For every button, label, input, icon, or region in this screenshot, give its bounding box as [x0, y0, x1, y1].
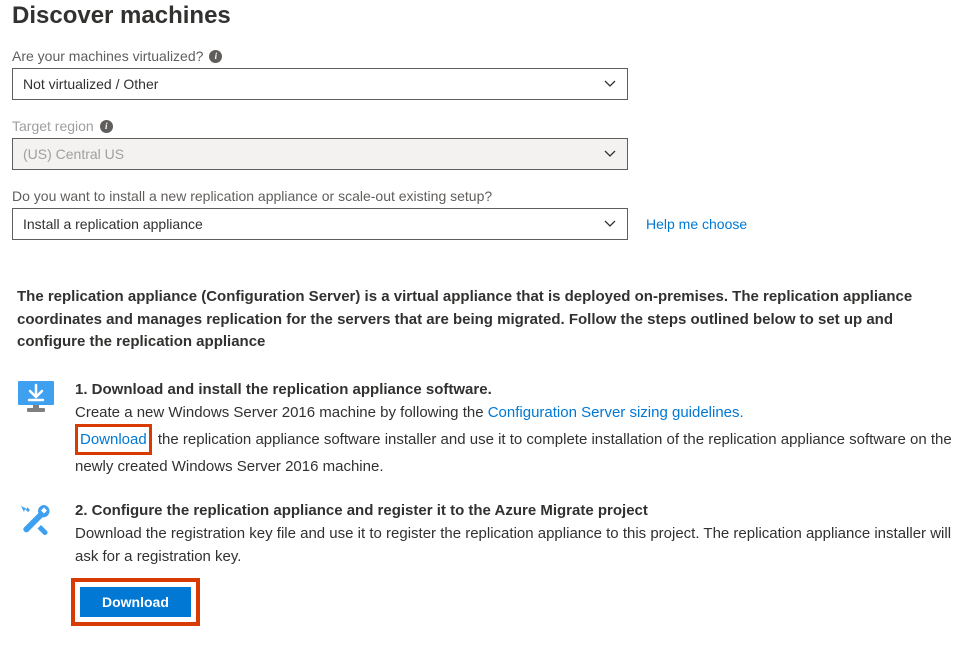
info-icon[interactable]: i: [100, 120, 113, 133]
appliance-select[interactable]: Install a replication appliance: [12, 208, 628, 240]
appliance-label-text: Do you want to install a new replication…: [12, 188, 492, 204]
download-monitor-icon: [17, 380, 57, 479]
region-label-text: Target region: [12, 118, 94, 134]
page-title: Discover machines: [12, 2, 967, 30]
virtualized-field: Are your machines virtualized? i Not vir…: [12, 48, 967, 100]
download-button-highlight: Download: [71, 578, 200, 626]
region-select: (US) Central US: [12, 138, 628, 170]
info-icon[interactable]: i: [209, 50, 222, 63]
download-software-link[interactable]: Download: [80, 428, 147, 451]
region-value: (US) Central US: [23, 146, 124, 162]
download-button[interactable]: Download: [80, 587, 191, 617]
step-2-heading: 2. Configure the replication appliance a…: [75, 499, 962, 522]
step-1-line-b: Download the replication appliance softw…: [75, 424, 962, 479]
virtualized-label-text: Are your machines virtualized?: [12, 48, 203, 64]
step-1-text-b: the replication appliance software insta…: [75, 431, 952, 475]
step-1-text-a: Create a new Windows Server 2016 machine…: [75, 404, 488, 421]
step-2: 2. Configure the replication appliance a…: [17, 499, 962, 627]
step-1-line-a: Create a new Windows Server 2016 machine…: [75, 401, 962, 424]
download-link-highlight: Download: [75, 424, 152, 455]
virtualized-value: Not virtualized / Other: [23, 76, 158, 92]
appliance-value: Install a replication appliance: [23, 216, 203, 232]
step-1-heading: 1. Download and install the replication …: [75, 378, 962, 401]
region-field: Target region i (US) Central US: [12, 118, 967, 170]
region-label: Target region i: [12, 118, 967, 134]
intro-text: The replication appliance (Configuration…: [17, 286, 962, 354]
appliance-label: Do you want to install a new replication…: [12, 188, 967, 204]
sizing-guidelines-link[interactable]: Configuration Server sizing guidelines.: [488, 404, 744, 421]
step-1: 1. Download and install the replication …: [17, 378, 962, 479]
step-2-text: Download the registration key file and u…: [75, 522, 962, 569]
virtualized-select[interactable]: Not virtualized / Other: [12, 68, 628, 100]
virtualized-label: Are your machines virtualized? i: [12, 48, 967, 64]
help-me-choose-link[interactable]: Help me choose: [646, 216, 747, 232]
appliance-field: Do you want to install a new replication…: [12, 188, 967, 240]
configure-tools-icon: [17, 501, 57, 627]
